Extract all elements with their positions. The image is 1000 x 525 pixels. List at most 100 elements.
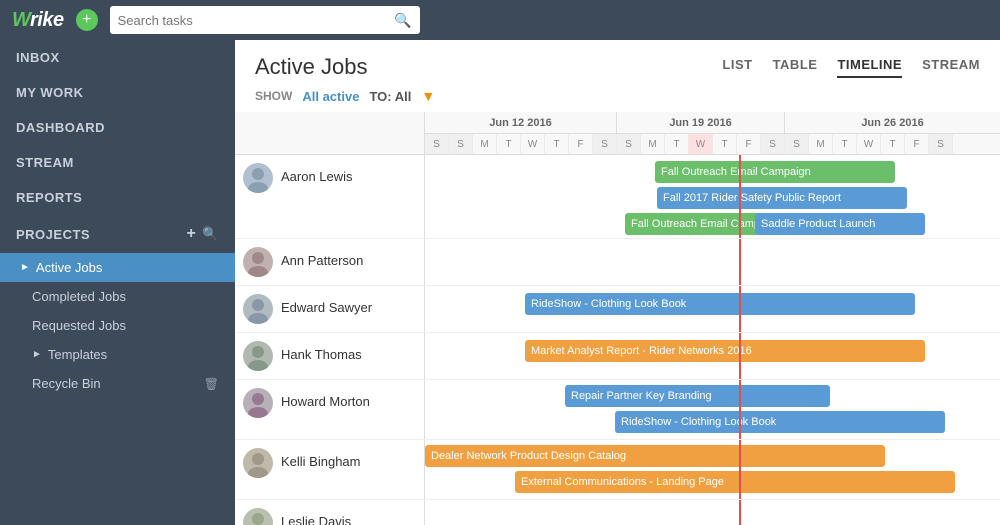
sidebar-item-completed-jobs[interactable]: Completed Jobs [0, 282, 235, 311]
person-row-leslie: Leslie Davis [235, 500, 1000, 525]
gantt-leslie [425, 500, 1000, 525]
tab-stream[interactable]: STREAM [922, 57, 980, 78]
bar-aaron-4[interactable]: Saddle Product Launch [755, 213, 925, 235]
day-f2: F [737, 134, 761, 154]
gantt-aaron: Fall Outreach Email Campaign Fall 2017 R… [425, 155, 1000, 238]
sidebar-item-stream[interactable]: STREAM [0, 145, 235, 180]
search-bar: 🔍 [110, 6, 420, 34]
logo: Wrike [12, 9, 64, 32]
bar-kelli-2[interactable]: External Communications - Landing Page [515, 471, 955, 493]
sidebar-item-inbox[interactable]: INBOX [0, 40, 235, 75]
add-button[interactable]: + [76, 9, 98, 31]
today-line-edward [739, 286, 741, 332]
sidebar-item-recycle-bin[interactable]: Recycle Bin 🗑 [0, 369, 235, 398]
day-t3: T [833, 134, 857, 154]
day-s1: S [425, 134, 449, 154]
day-w3: W [857, 134, 881, 154]
avatar-hank [243, 341, 273, 371]
tab-timeline[interactable]: TIMELINE [837, 57, 902, 78]
bar-howard-2[interactable]: RideShow - Clothing Look Book [615, 411, 945, 433]
recycle-bin-label: Recycle Bin [32, 376, 101, 391]
filter-bar: SHOW All active TO: All ▼ [235, 80, 1000, 112]
sidebar: INBOX MY WORK DASHBOARD STREAM REPORTS P… [0, 40, 235, 525]
projects-label: PROJECTS [16, 227, 90, 242]
sidebar-item-reports[interactable]: REPORTS [0, 180, 235, 215]
main-layout: INBOX MY WORK DASHBOARD STREAM REPORTS P… [0, 40, 1000, 525]
day-m1: M [473, 134, 497, 154]
expand-arrow-icon: ► [20, 262, 30, 273]
content-header: Active Jobs LIST TABLE TIMELINE STREAM [235, 40, 1000, 80]
to-filter[interactable]: TO: All [369, 89, 411, 104]
bar-hank-1[interactable]: Market Analyst Report - Rider Networks 2… [525, 340, 925, 362]
bar-aaron-2[interactable]: Fall 2017 Rider Safety Public Report [657, 187, 907, 209]
person-name-aaron: Aaron Lewis [281, 163, 353, 184]
page-title: Active Jobs [255, 54, 368, 80]
filter-icon[interactable]: ▼ [421, 88, 435, 104]
avatar-edward [243, 294, 273, 324]
day-w1: W [521, 134, 545, 154]
today-line-leslie [739, 500, 741, 525]
avatar-aaron [243, 163, 273, 193]
week-row: Jun 12 2016 Jun 19 2016 Jun 26 2016 [425, 112, 1000, 134]
person-name-kelli: Kelli Bingham [281, 448, 361, 469]
sidebar-item-requested-jobs[interactable]: Requested Jobs [0, 311, 235, 340]
person-row-aaron: Aaron Lewis Fall Outreach Email Campaign… [235, 155, 1000, 239]
day-s7: S [929, 134, 953, 154]
day-th3: T [881, 134, 905, 154]
day-s5: S [761, 134, 785, 154]
bar-kelli-1[interactable]: Dealer Network Product Design Catalog [425, 445, 885, 467]
active-filter-badge[interactable]: All active [302, 89, 359, 104]
sidebar-icons: + 🔍 [186, 225, 219, 243]
show-label: SHOW [255, 89, 292, 103]
topbar: Wrike + 🔍 [0, 0, 1000, 40]
avatar-leslie [243, 508, 273, 525]
today-line-aaron [739, 155, 741, 238]
avatar-kelli [243, 448, 273, 478]
bar-howard-1[interactable]: Repair Partner Key Branding [565, 385, 830, 407]
sidebar-item-active-jobs[interactable]: ► Active Jobs [0, 253, 235, 282]
delete-icon[interactable]: 🗑 [204, 377, 219, 391]
gantt-howard: Repair Partner Key Branding RideShow - C… [425, 380, 1000, 439]
sidebar-projects-section[interactable]: PROJECTS + 🔍 [0, 215, 235, 253]
gantt-ann [425, 239, 1000, 285]
content-area: Active Jobs LIST TABLE TIMELINE STREAM S… [235, 40, 1000, 525]
templates-label: Templates [48, 347, 107, 362]
person-row-hank: Hank Thomas Market Analyst Report - Ride… [235, 333, 1000, 380]
day-f3: F [905, 134, 929, 154]
person-row-edward: Edward Sawyer RideShow - Clothing Look B… [235, 286, 1000, 333]
search-projects-icon[interactable]: 🔍 [202, 226, 219, 242]
timeline-container: Jun 12 2016 Jun 19 2016 Jun 26 2016 S S … [235, 112, 1000, 525]
person-cell-edward: Edward Sawyer [235, 286, 425, 332]
names-header-spacer [235, 112, 425, 154]
day-m3: M [809, 134, 833, 154]
today-line-hank [739, 333, 741, 379]
person-name-hank: Hank Thomas [281, 341, 362, 362]
dates-header: Jun 12 2016 Jun 19 2016 Jun 26 2016 S S … [425, 112, 1000, 154]
avatar-ann [243, 247, 273, 277]
day-th2: T [713, 134, 737, 154]
person-cell-leslie: Leslie Davis [235, 500, 425, 525]
day-f1: F [569, 134, 593, 154]
person-name-ann: Ann Patterson [281, 247, 363, 268]
day-row: S S M T W T F S S M T W T F [425, 134, 1000, 154]
sidebar-item-dashboard[interactable]: DASHBOARD [0, 110, 235, 145]
sidebar-item-mywork[interactable]: MY WORK [0, 75, 235, 110]
week-label-3: Jun 26 2016 [785, 112, 1000, 133]
sidebar-item-templates[interactable]: ► Templates [0, 340, 235, 369]
today-line-howard [739, 380, 741, 439]
avatar-howard [243, 388, 273, 418]
templates-arrow-icon: ► [32, 349, 42, 360]
bar-aaron-1[interactable]: Fall Outreach Email Campaign [655, 161, 895, 183]
search-input[interactable] [118, 13, 395, 28]
person-row-kelli: Kelli Bingham Dealer Network Product Des… [235, 440, 1000, 500]
add-project-icon[interactable]: + [186, 225, 196, 243]
week-label-2: Jun 19 2016 [617, 112, 785, 133]
tab-table[interactable]: TABLE [773, 57, 818, 78]
bar-edward-1[interactable]: RideShow - Clothing Look Book [525, 293, 915, 315]
person-cell-howard: Howard Morton [235, 380, 425, 439]
today-line-kelli [739, 440, 741, 499]
gantt-edward: RideShow - Clothing Look Book [425, 286, 1000, 332]
tab-list[interactable]: LIST [722, 57, 752, 78]
day-s2: S [449, 134, 473, 154]
week-label-1: Jun 12 2016 [425, 112, 617, 133]
